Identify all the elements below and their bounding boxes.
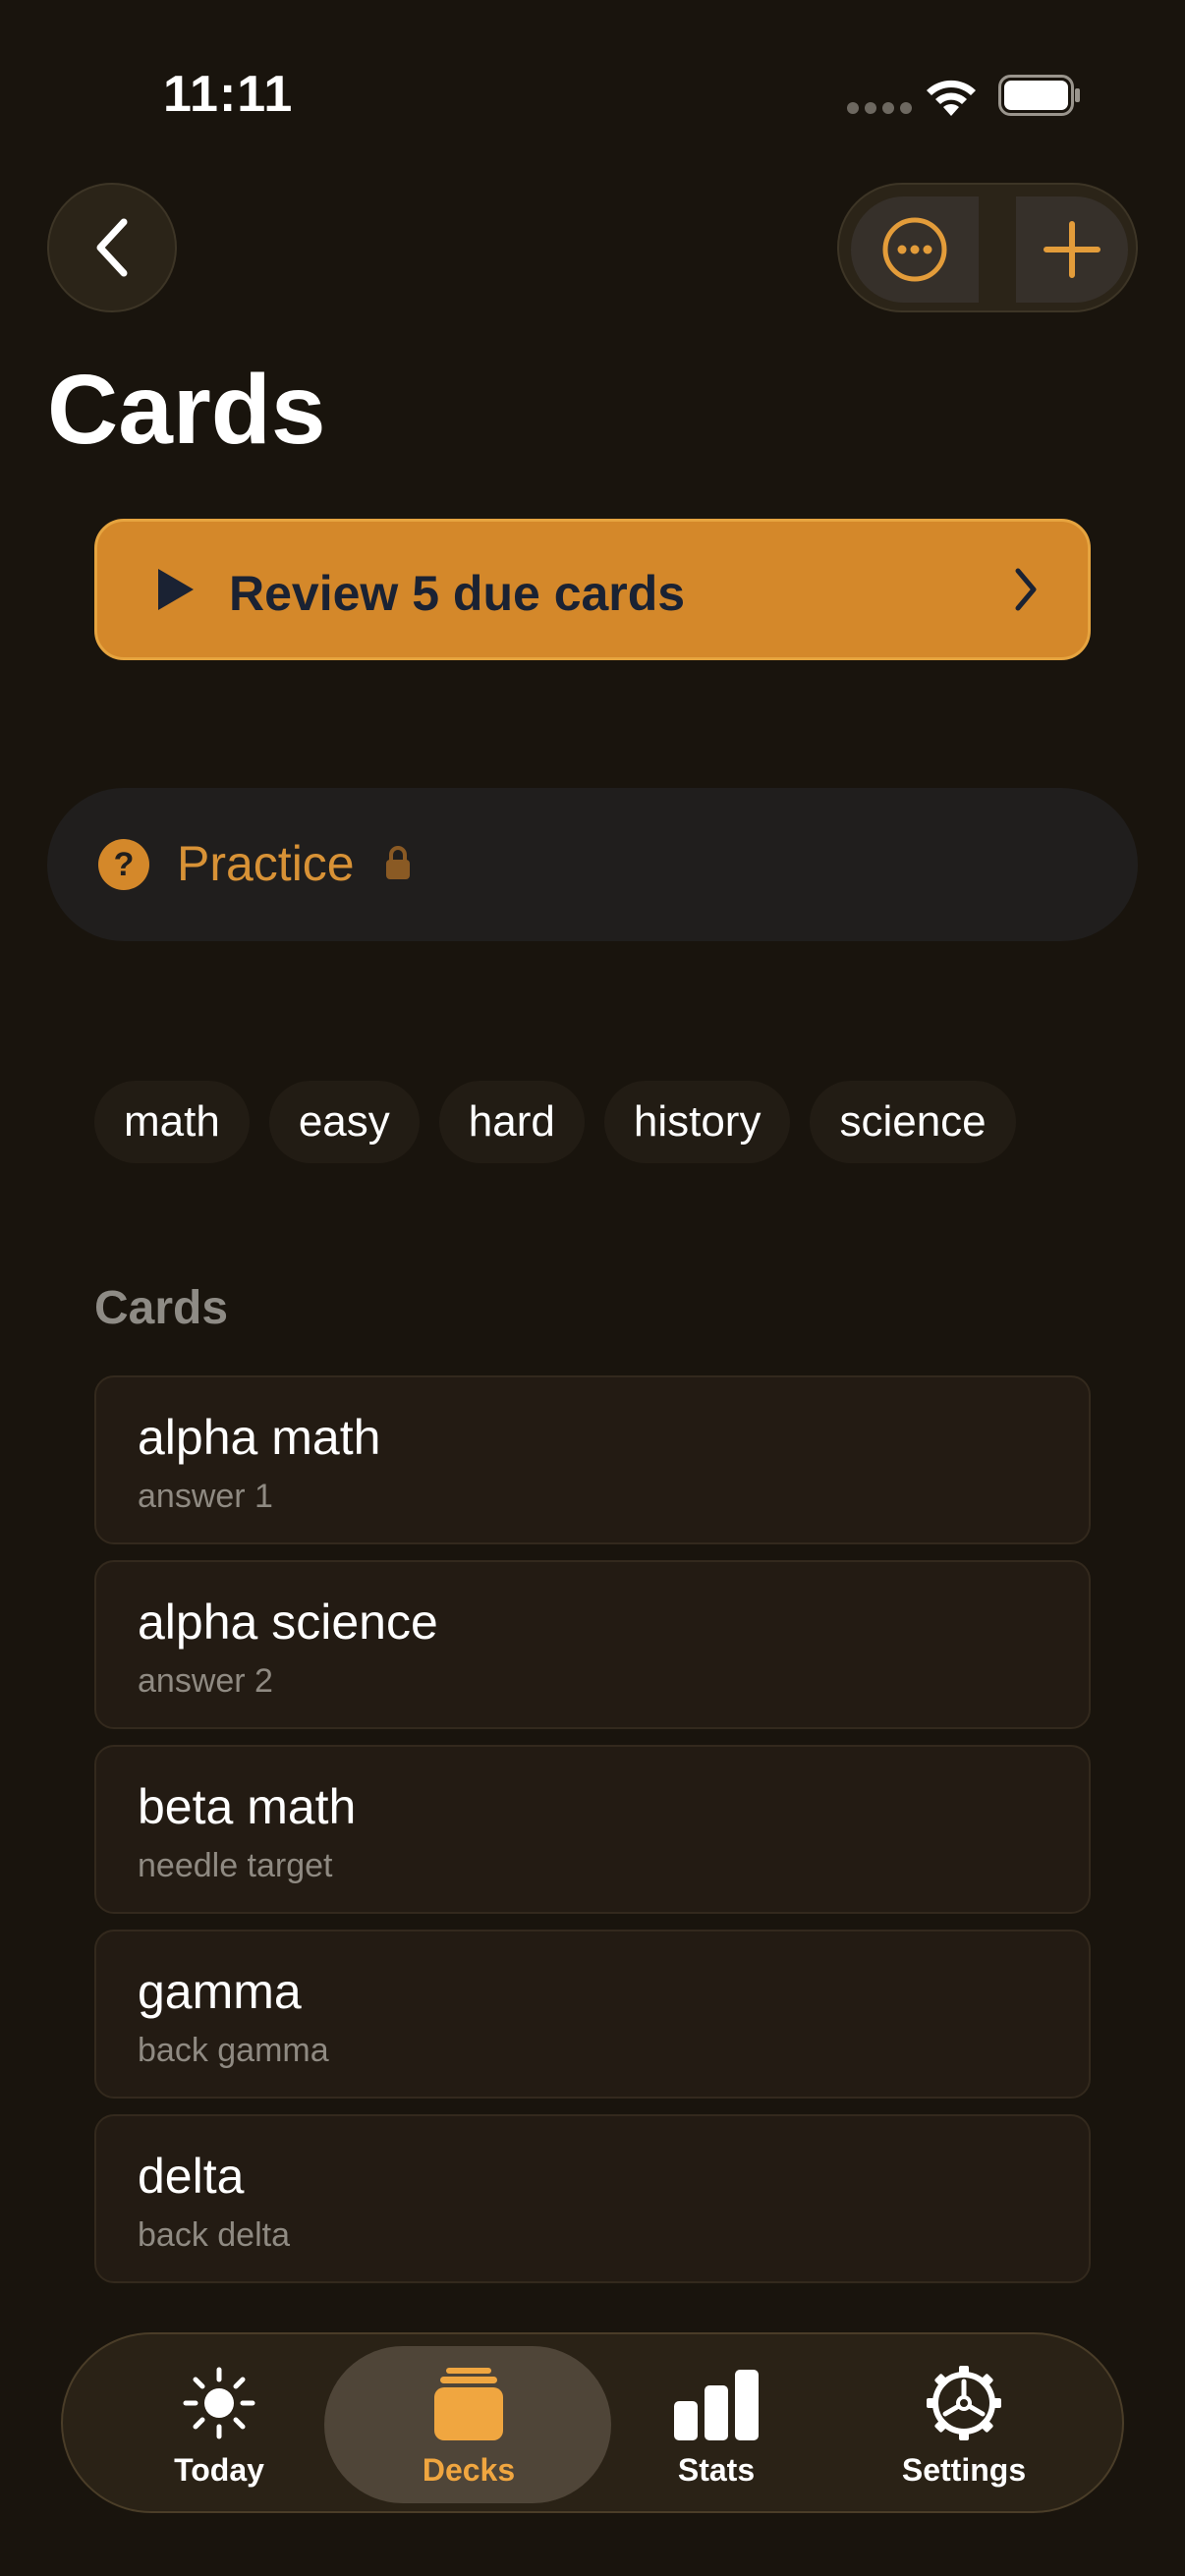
cards-section-title: Cards xyxy=(94,1282,229,1334)
cards-screen: 11:11 Cards Review 5 due cards ? Practic… xyxy=(0,0,1185,2576)
card-back: needle target xyxy=(138,1847,333,1884)
chevron-left-icon xyxy=(96,218,128,277)
tag-filter-list: math easy hard history science xyxy=(94,1081,1016,1163)
tag-chip-hard[interactable]: hard xyxy=(438,1081,585,1163)
tag-chip-history[interactable]: history xyxy=(603,1081,791,1163)
card-front: alpha math xyxy=(138,1410,381,1465)
card-row[interactable]: alpha math answer 1 xyxy=(94,1375,1091,1544)
card-back: answer 2 xyxy=(138,1662,273,1700)
tag-chip-math[interactable]: math xyxy=(94,1081,250,1163)
play-icon xyxy=(158,569,194,610)
sun-icon xyxy=(183,2367,255,2439)
plus-icon xyxy=(1044,221,1100,278)
add-card-button[interactable] xyxy=(1016,196,1128,303)
practice-label: Practice xyxy=(177,836,355,891)
tab-label: Today xyxy=(174,2452,264,2488)
wifi-icon xyxy=(927,80,976,116)
tab-settings[interactable]: Settings xyxy=(841,2334,1087,2515)
card-front: delta xyxy=(138,2149,245,2204)
card-back: answer 1 xyxy=(138,1478,273,1515)
tab-label: Stats xyxy=(677,2452,756,2488)
question-icon: ? xyxy=(98,839,149,890)
chevron-right-icon xyxy=(1015,568,1037,611)
tag-chip-science[interactable]: science xyxy=(810,1081,1016,1163)
card-front: alpha science xyxy=(138,1595,438,1650)
review-label: Review 5 due cards xyxy=(229,566,686,621)
tab-label: Decks xyxy=(422,2452,516,2488)
tab-today[interactable]: Today xyxy=(96,2334,342,2515)
page-title: Cards xyxy=(47,355,326,465)
tab-label: Settings xyxy=(901,2452,1027,2488)
bar-chart-icon xyxy=(674,2370,759,2440)
card-list: alpha math answer 1 alpha science answer… xyxy=(94,1375,1091,2299)
tab-stats[interactable]: Stats xyxy=(593,2334,839,2515)
status-time: 11:11 xyxy=(163,66,294,123)
card-row[interactable]: delta back delta xyxy=(94,2114,1091,2283)
more-options-button[interactable] xyxy=(851,196,979,303)
ellipsis-circle-icon xyxy=(882,217,947,282)
card-row[interactable]: beta math needle target xyxy=(94,1745,1091,1914)
card-back: back gamma xyxy=(138,2032,329,2069)
header-actions xyxy=(837,183,1138,312)
decks-icon xyxy=(434,2368,503,2440)
battery-icon xyxy=(998,75,1080,116)
review-due-button[interactable]: Review 5 due cards xyxy=(94,519,1091,660)
card-back: back delta xyxy=(138,2216,290,2254)
card-row[interactable]: alpha science answer 2 xyxy=(94,1560,1091,1729)
lock-icon xyxy=(386,846,410,879)
card-front: gamma xyxy=(138,1964,302,2019)
cellular-signal-icon xyxy=(847,102,912,114)
tab-bar: Today Decks Stats Settings xyxy=(61,2332,1124,2513)
gear-icon xyxy=(927,2366,1001,2440)
card-front: beta math xyxy=(138,1779,357,1834)
card-row[interactable]: gamma back gamma xyxy=(94,1930,1091,2099)
back-button[interactable] xyxy=(47,183,177,312)
practice-button[interactable]: ? Practice xyxy=(47,788,1138,941)
tag-chip-easy[interactable]: easy xyxy=(268,1081,420,1163)
tab-decks[interactable]: Decks xyxy=(346,2334,592,2515)
